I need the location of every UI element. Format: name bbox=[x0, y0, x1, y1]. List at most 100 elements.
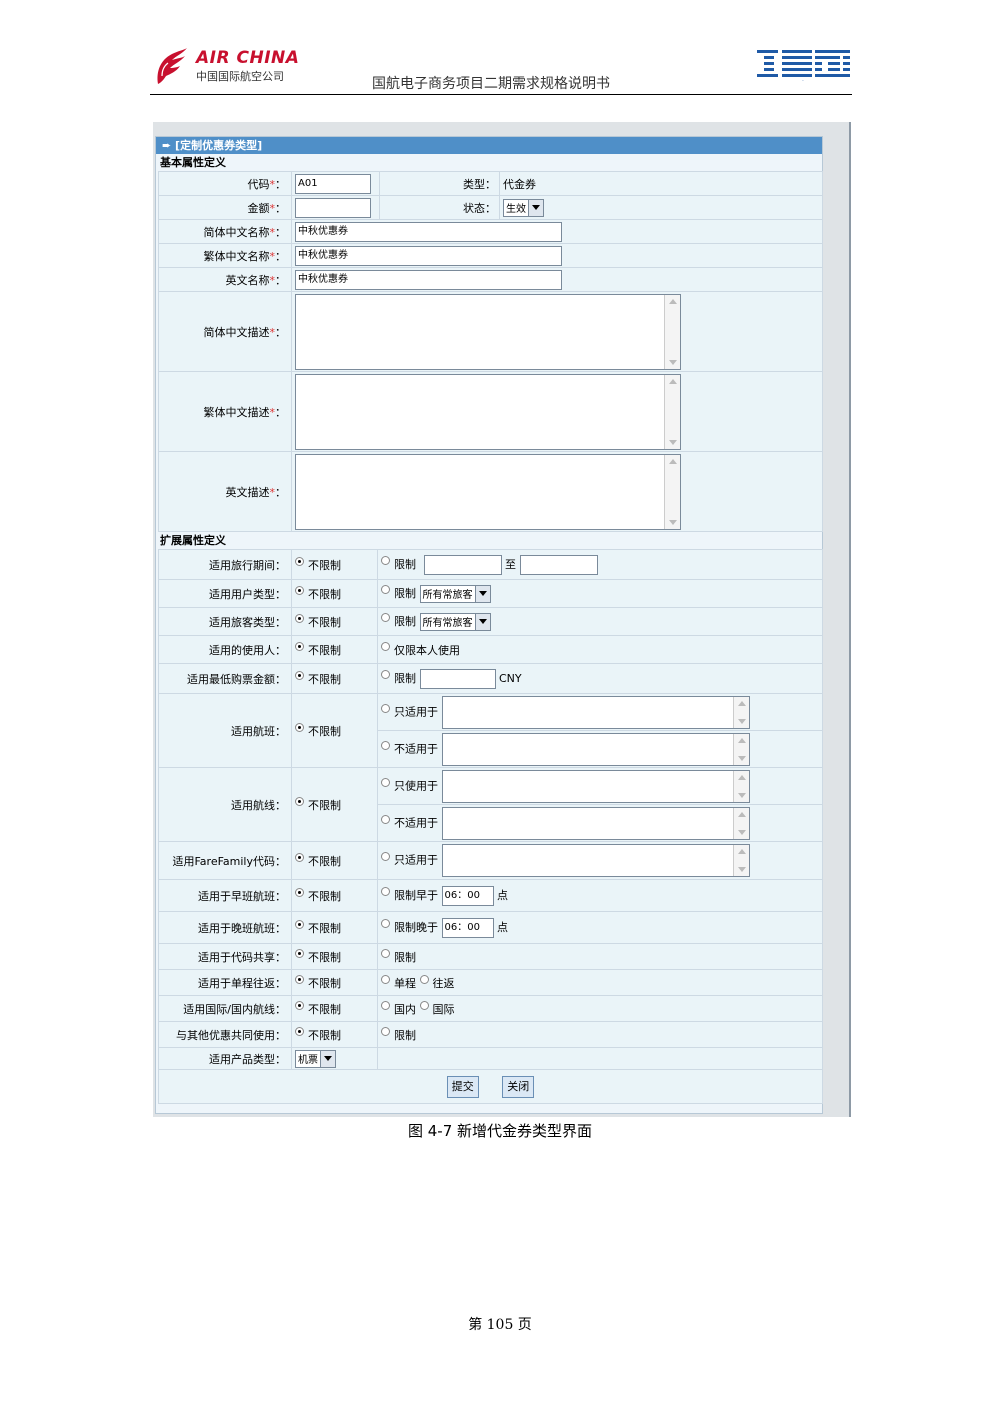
evening-time-input[interactable]: 06：00 bbox=[441, 917, 494, 938]
radio-selected-icon[interactable] bbox=[295, 723, 304, 732]
radio-selected-icon[interactable] bbox=[295, 671, 304, 680]
status-select[interactable]: 生效 bbox=[503, 198, 544, 217]
radio-selected-icon[interactable] bbox=[295, 975, 304, 984]
radio-icon[interactable] bbox=[381, 670, 390, 679]
morning-limit: 限制早于 06：00 点 bbox=[377, 879, 823, 912]
flight-only-textarea[interactable] bbox=[441, 695, 750, 729]
radio-icon[interactable] bbox=[381, 642, 390, 651]
combine-unlimited[interactable]: 不限制 bbox=[291, 1021, 378, 1048]
radio-icon[interactable] bbox=[381, 1001, 390, 1010]
figure-caption: 图 4-7 新增代金券类型界面 bbox=[407, 1122, 593, 1140]
travel-period-unlimited[interactable]: 不限制 bbox=[291, 549, 378, 580]
radio-icon[interactable] bbox=[381, 703, 390, 713]
farefamily-textarea[interactable] bbox=[441, 844, 750, 877]
radio-selected-icon[interactable] bbox=[295, 614, 304, 623]
radio-selected-icon[interactable] bbox=[295, 1001, 304, 1010]
scrollbar[interactable] bbox=[732, 845, 749, 876]
morning-time-input[interactable]: 06：00 bbox=[441, 885, 494, 906]
product-select[interactable]: 机票 bbox=[295, 1049, 336, 1068]
code-input[interactable]: A01 bbox=[295, 173, 371, 194]
scrollbar[interactable] bbox=[732, 807, 749, 839]
user-unlimited[interactable]: 不限制 bbox=[291, 635, 378, 664]
radio-icon[interactable] bbox=[381, 814, 390, 824]
submit-button[interactable]: 提交 bbox=[446, 1075, 479, 1098]
min-amount-unlimited[interactable]: 不限制 bbox=[291, 663, 378, 694]
scrollbar[interactable] bbox=[732, 696, 749, 728]
min-amount-input[interactable] bbox=[419, 668, 496, 689]
radio-icon[interactable] bbox=[419, 975, 429, 984]
air-china-logo: AIR CHINA 中国国际航空公司 bbox=[152, 46, 312, 86]
radio-icon[interactable] bbox=[381, 777, 390, 787]
radio-selected-icon[interactable] bbox=[295, 853, 304, 862]
tc-desc-cell bbox=[291, 371, 823, 452]
en-name-input[interactable]: 中秋优惠券 bbox=[295, 269, 562, 290]
point-label: 点 bbox=[497, 888, 508, 902]
period-end-input[interactable] bbox=[519, 554, 598, 575]
amount-input[interactable] bbox=[295, 197, 371, 218]
radio-icon[interactable] bbox=[381, 1027, 390, 1036]
tc-desc-textarea[interactable] bbox=[295, 373, 681, 450]
flight-not-textarea[interactable] bbox=[441, 732, 750, 766]
status-label: 状态： bbox=[379, 195, 500, 220]
period-start-input[interactable] bbox=[423, 554, 502, 575]
codeshare-limit[interactable]: 限制 bbox=[377, 943, 823, 970]
code-cell: A01 bbox=[291, 171, 380, 196]
radio-icon[interactable] bbox=[381, 740, 390, 750]
trip-unlimited[interactable]: 不限制 bbox=[291, 969, 378, 996]
svg-text:IBM: IBM bbox=[802, 80, 804, 82]
route-only-textarea[interactable] bbox=[441, 769, 750, 803]
scrollbar[interactable] bbox=[664, 454, 680, 529]
route-unlimited[interactable]: 不限制 bbox=[291, 767, 378, 842]
radio-selected-icon[interactable] bbox=[295, 888, 304, 897]
radio-selected-icon[interactable] bbox=[295, 920, 304, 929]
user-self-only[interactable]: 仅限本人使用 bbox=[377, 635, 823, 664]
user-type-unlimited[interactable]: 不限制 bbox=[291, 579, 378, 608]
flight-not-for: 不适用于 bbox=[377, 730, 823, 768]
en-desc-textarea[interactable] bbox=[295, 453, 681, 530]
codeshare-unlimited[interactable]: 不限制 bbox=[291, 943, 378, 970]
evening-unlimited[interactable]: 不限制 bbox=[291, 911, 378, 944]
scrollbar[interactable] bbox=[732, 770, 749, 802]
trip-options: 单程 往返 bbox=[377, 969, 823, 996]
radio-icon[interactable] bbox=[419, 1001, 429, 1010]
radio-icon[interactable] bbox=[381, 613, 390, 622]
radio-icon[interactable] bbox=[381, 585, 390, 594]
scrollbar[interactable] bbox=[664, 294, 680, 369]
radio-selected-icon[interactable] bbox=[295, 557, 304, 566]
amount-label: 金额*： bbox=[158, 195, 292, 220]
route-not-textarea[interactable] bbox=[441, 806, 750, 840]
en-name-cell: 中秋优惠券 bbox=[291, 267, 823, 292]
pax-type-select[interactable]: 所有常旅客 bbox=[419, 612, 491, 631]
close-button[interactable]: 关闭 bbox=[502, 1075, 535, 1098]
tc-name-input[interactable]: 中秋优惠券 bbox=[295, 245, 562, 266]
chevron-down-icon bbox=[474, 613, 490, 630]
morning-unlimited[interactable]: 不限制 bbox=[291, 879, 378, 912]
radio-selected-icon[interactable] bbox=[295, 797, 304, 806]
ibm-logo: IBM bbox=[754, 48, 850, 82]
radio-icon[interactable] bbox=[381, 975, 390, 984]
radio-icon[interactable] bbox=[381, 852, 390, 861]
radio-icon[interactable] bbox=[381, 919, 390, 928]
flight-only-for: 只适用于 bbox=[377, 693, 823, 731]
scrollbar[interactable] bbox=[664, 374, 680, 449]
combine-limit[interactable]: 限制 bbox=[377, 1021, 823, 1048]
user-type-select[interactable]: 所有常旅客 bbox=[419, 584, 491, 603]
radio-selected-icon[interactable] bbox=[295, 642, 304, 651]
product-label: 适用产品类型： bbox=[158, 1047, 292, 1070]
combine-label: 与其他优惠共同使用： bbox=[158, 1021, 292, 1048]
radio-icon[interactable] bbox=[381, 887, 390, 896]
scrollbar[interactable] bbox=[732, 733, 749, 765]
farefamily-unlimited[interactable]: 不限制 bbox=[291, 841, 378, 880]
radio-selected-icon[interactable] bbox=[295, 1027, 304, 1036]
sc-name-input[interactable]: 中秋优惠券 bbox=[295, 221, 562, 242]
radio-icon[interactable] bbox=[381, 949, 390, 958]
panel-title-text: [定制优惠券类型] bbox=[175, 139, 263, 152]
intl-unlimited[interactable]: 不限制 bbox=[291, 995, 378, 1022]
radio-icon[interactable] bbox=[381, 556, 390, 565]
flight-unlimited[interactable]: 不限制 bbox=[291, 693, 378, 768]
pax-type-unlimited[interactable]: 不限制 bbox=[291, 607, 378, 636]
sc-desc-textarea[interactable] bbox=[295, 293, 681, 370]
radio-selected-icon[interactable] bbox=[295, 949, 304, 958]
route-only-use: 只使用于 bbox=[377, 767, 823, 805]
radio-selected-icon[interactable] bbox=[295, 586, 304, 595]
